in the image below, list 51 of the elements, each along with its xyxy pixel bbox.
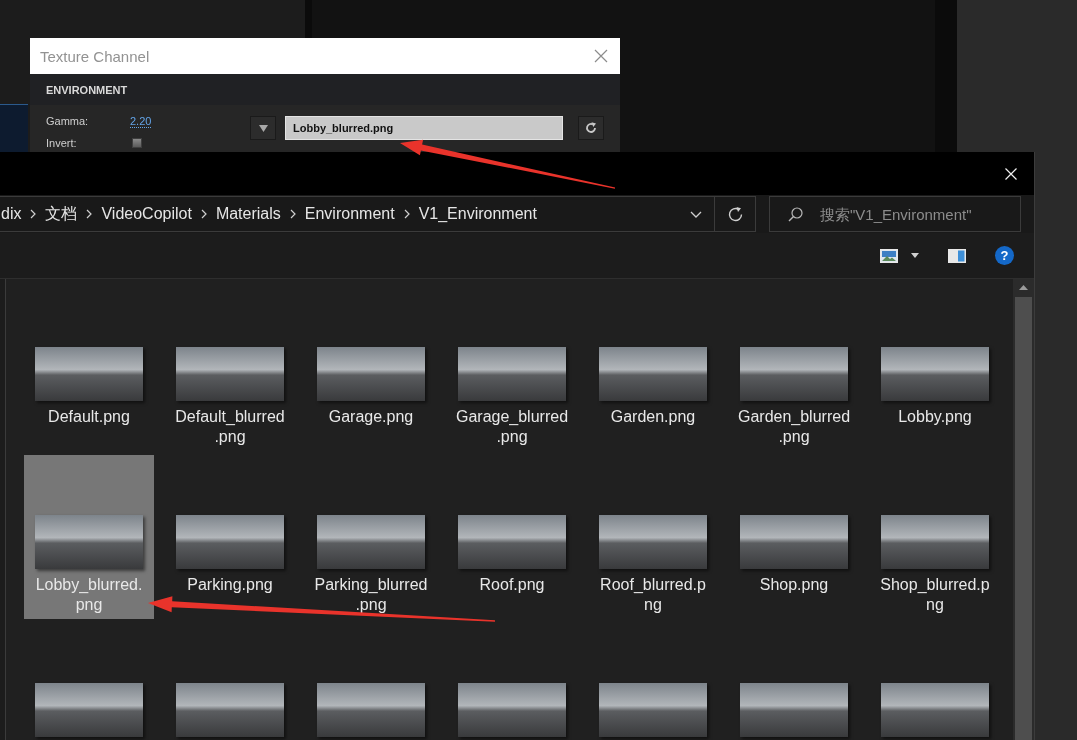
file-item[interactable]: Garden_blurred.png	[729, 287, 859, 451]
file-item[interactable]: Parking_blurred.png	[306, 455, 436, 619]
file-item[interactable]: Garage.png	[306, 287, 436, 451]
file-item[interactable]: Lobby.png	[870, 287, 1000, 451]
file-item[interactable]: Shop_blurred.png	[870, 455, 1000, 619]
breadcrumb-item[interactable]: VideoCopilot	[97, 200, 196, 228]
chevron-icon[interactable]	[86, 209, 93, 219]
close-icon	[1005, 167, 1017, 180]
breadcrumb-item[interactable]: Materials	[211, 200, 285, 228]
chevron-icon[interactable]	[403, 209, 410, 219]
search-icon	[788, 207, 803, 222]
pane-icon	[948, 248, 966, 263]
picture-icon	[880, 248, 898, 263]
file-item[interactable]: Roof_blurred.png	[588, 455, 718, 619]
breadcrumb-item[interactable]: 文档	[41, 200, 82, 228]
close-button[interactable]	[594, 49, 608, 63]
scrollbar-thumb[interactable]	[1015, 297, 1032, 740]
file-name-field[interactable]: Lobby_blurred.png	[285, 116, 563, 140]
chevron-icon[interactable]	[200, 209, 207, 219]
scroll-up-icon[interactable]	[1019, 285, 1028, 290]
scrollbar[interactable]	[1013, 279, 1034, 740]
file-item[interactable]: Parking.png	[165, 455, 295, 619]
file-item[interactable]: Garage_blurred.png	[447, 287, 577, 451]
checkbox[interactable]	[132, 138, 142, 148]
file-item[interactable]: Shop.png	[729, 455, 859, 619]
file-item[interactable]: Garden.png	[588, 287, 718, 451]
dialog-title: Texture Channel	[40, 47, 150, 65]
value-link[interactable]: 2.20	[130, 114, 152, 128]
file-item[interactable]: Default_blurred.png	[165, 287, 295, 451]
caret-icon	[911, 253, 919, 258]
refresh-icon	[726, 205, 744, 223]
refresh-icon	[585, 122, 597, 134]
chevron-icon[interactable]	[30, 209, 37, 219]
close-icon	[594, 49, 608, 63]
breadcrumb-item[interactable]: V1_Environment	[414, 200, 541, 228]
section-title: ENVIRONMENT	[46, 83, 128, 96]
search-field[interactable]: 搜索"V1_Environment"	[769, 196, 1021, 232]
breadcrumb-item[interactable]: Environment	[300, 200, 399, 228]
dropdown-button[interactable]	[250, 116, 276, 140]
file-item[interactable]: Default.png	[24, 287, 154, 451]
setting-label: Gamma:	[46, 115, 90, 127]
file-item[interactable]: Lobby_blurred.png	[24, 455, 154, 619]
chevron-down-icon	[690, 210, 702, 218]
setting-label: Invert:	[46, 137, 78, 149]
file-item[interactable]: Roof.png	[447, 455, 577, 619]
chevron-icon[interactable]	[289, 209, 296, 219]
caret-icon	[258, 124, 268, 132]
background-panel	[0, 104, 28, 152]
refresh-button[interactable]	[578, 116, 604, 140]
help-button[interactable]: ?	[995, 246, 1014, 265]
breadcrumb-item[interactable]: dix	[0, 200, 26, 228]
